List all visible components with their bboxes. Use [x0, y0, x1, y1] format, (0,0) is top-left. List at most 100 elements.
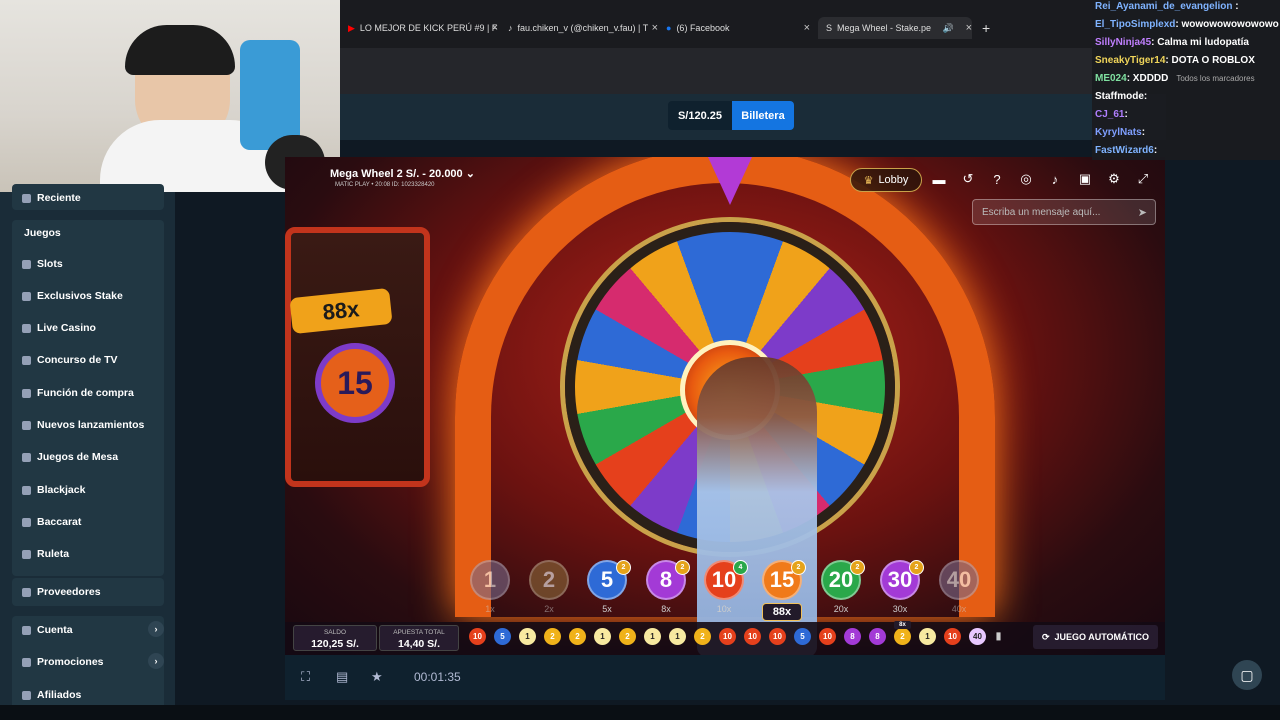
close-tab-icon[interactable]: × — [804, 22, 810, 34]
history-icon[interactable]: ↺ — [960, 171, 976, 187]
browser-tab-tiktok[interactable]: ♪ fau.chiken_v (@chiken_v.fau) | T × — [508, 17, 658, 39]
gear-icon[interactable]: ⚙ — [1106, 171, 1122, 187]
history-result: 8 — [844, 628, 861, 645]
bookmarks-label[interactable]: Todos los marcadores — [1176, 74, 1254, 83]
close-tab-icon[interactable]: × — [492, 22, 498, 34]
history-result: 10 — [469, 628, 486, 645]
chevron-right-icon: › — [148, 621, 164, 637]
sidebar-item-juegos[interactable]: Juegos — [24, 227, 61, 239]
history-multiplier-tag: 8x — [894, 621, 911, 629]
apuesta-label: APUESTA TOTAL — [393, 629, 445, 636]
sidebar-item-funcion-compra[interactable]: Función de compra — [22, 387, 134, 399]
sidebar-item-blackjack[interactable]: Blackjack — [22, 484, 85, 496]
bet-multiplier-8: 8x — [661, 604, 671, 614]
browser-tab-youtube[interactable]: ▶ LO MEJOR DE KICK PERÚ #9 | F × — [348, 17, 498, 39]
sidebar-item-ruleta[interactable]: Ruleta — [22, 548, 69, 560]
history-result: 10 — [769, 628, 786, 645]
chip-icon: 2 — [850, 560, 865, 575]
bet-spot-40[interactable]: 40 — [939, 560, 979, 600]
session-timer: 00:01:35 — [414, 670, 461, 684]
favorite-star-icon[interactable]: ★ — [371, 669, 383, 685]
saldo-value: 120,25 S/. — [311, 638, 359, 650]
chat-line: SillyNinja45: Calma mi ludopatía — [1095, 37, 1249, 48]
chat-input[interactable]: Escriba un mensaje aquí... ➤ — [972, 199, 1156, 225]
volume-icon[interactable]: ♪ — [1047, 171, 1063, 187]
bet-spot-1[interactable]: 1 — [470, 560, 510, 600]
stats-icon[interactable]: ▮ — [990, 628, 1007, 645]
bet-multiplier-2: 2x — [544, 604, 554, 614]
close-tab-icon[interactable]: × — [966, 22, 972, 34]
browser-tab-facebook[interactable]: ● (6) Facebook × — [666, 17, 810, 39]
cards-icon — [22, 517, 31, 527]
bet-multiplier-30: 30x — [892, 604, 908, 614]
game-stream[interactable]: 88x 15 Mega Wheel 2 S/. - 20.000 ⌄ MATIC… — [285, 157, 1165, 655]
cards-icon — [22, 485, 31, 495]
sidebar-item-reciente[interactable]: Reciente — [22, 192, 81, 204]
sidebar-item-promociones[interactable]: Promociones › — [22, 653, 164, 669]
chat-line: KyrylNats: — [1095, 127, 1146, 138]
auto-play-button[interactable]: ⟳ JUEGO AUTOMÁTICO — [1033, 625, 1158, 649]
history-result: 2 — [544, 628, 561, 645]
game-subtitle: MATIC PLAY • 20:08 ID: 1023328420 — [335, 182, 435, 188]
support-chat-icon[interactable]: ▢ — [1232, 660, 1262, 690]
fullscreen-icon[interactable]: ⛶ — [301, 669, 310, 685]
balance-display[interactable]: S/120.25 — [668, 101, 732, 130]
bet-multiplier-15-highlight: 88x — [762, 603, 802, 621]
sidebar-item-juegos-mesa[interactable]: Juegos de Mesa — [22, 451, 118, 463]
side-multiplier-board: 88x 15 — [285, 227, 430, 487]
chip-icon: 4 — [733, 560, 748, 575]
tiktok-icon: ♪ — [508, 23, 513, 33]
fullscreen-icon[interactable]: ⤢ — [1135, 171, 1151, 187]
headset-icon — [125, 25, 235, 75]
sidebar-item-exclusivos[interactable]: Exclusivos Stake — [22, 290, 123, 302]
help-icon[interactable]: ? — [989, 171, 1005, 187]
headset-icon[interactable]: ◎ — [1018, 171, 1034, 187]
history-result: 5 — [494, 628, 511, 645]
side-multiplier-badge: 88x — [289, 287, 393, 335]
sidebar-item-baccarat[interactable]: Baccarat — [22, 516, 81, 528]
sidebar-item-afiliados[interactable]: Afiliados — [22, 689, 81, 701]
browser-tab-stake[interactable]: S Mega Wheel - Stake.pe 🔊 × — [818, 17, 972, 39]
history-result: 1 — [919, 628, 936, 645]
address-bar[interactable] — [340, 48, 1092, 94]
speaker-icon[interactable]: 🔊 — [943, 23, 954, 34]
history-result: 1 — [669, 628, 686, 645]
video-icon[interactable]: ▣ — [1077, 171, 1093, 187]
table-icon — [22, 452, 31, 462]
slots-icon — [22, 259, 31, 269]
game-title[interactable]: Mega Wheel 2 S/. - 20.000 ⌄ — [330, 167, 475, 180]
close-tab-icon[interactable]: × — [652, 22, 658, 34]
history-result: 8 — [869, 628, 886, 645]
tv-icon — [22, 355, 31, 365]
theatre-icon[interactable]: ▤ — [336, 669, 348, 685]
wallet-button[interactable]: Billetera — [732, 101, 794, 130]
sidebar-item-concurso-tv[interactable]: Concurso de TV — [22, 354, 118, 366]
live-icon — [22, 323, 31, 333]
new-tab-button[interactable]: + — [982, 17, 998, 39]
bet-multiplier-5: 5x — [602, 604, 612, 614]
cart-icon — [22, 388, 31, 398]
chair — [240, 40, 300, 150]
chat-line: El_TipoSimplexd: wowowowowowowo — [1095, 19, 1279, 30]
chat-line: Rei_Ayanami_de_evangelion : — [1095, 1, 1239, 12]
saldo-label: SALDO — [323, 629, 347, 636]
wheel-pointer — [708, 157, 752, 205]
stake-icon: S — [826, 23, 833, 33]
history-result: 40 — [969, 628, 986, 645]
sidebar-item-slots[interactable]: Slots — [22, 258, 63, 270]
bet-spot-2[interactable]: 2 — [529, 560, 569, 600]
chip-icon: 2 — [791, 560, 806, 575]
sidebar-item-cuenta[interactable]: Cuenta › — [22, 621, 164, 637]
star-icon — [22, 291, 31, 301]
send-icon[interactable]: ➤ — [1138, 206, 1147, 219]
chat-icon[interactable]: ▬ — [931, 171, 947, 187]
sidebar-item-proveedores[interactable]: Proveedores — [22, 586, 101, 598]
chat-line: ME024: XDDDD Todos los marcadores — [1095, 73, 1255, 84]
sidebar-item-nuevos[interactable]: Nuevos lanzamientos — [22, 419, 144, 431]
apuesta-value: 14,40 S/. — [397, 638, 441, 650]
history-result: 10 — [744, 628, 761, 645]
user-icon — [22, 625, 31, 635]
lobby-button[interactable]: ♛ Lobby — [850, 168, 922, 192]
apuesta-box: APUESTA TOTAL 14,40 S/. — [379, 625, 459, 651]
sidebar-item-live-casino[interactable]: Live Casino — [22, 322, 96, 334]
